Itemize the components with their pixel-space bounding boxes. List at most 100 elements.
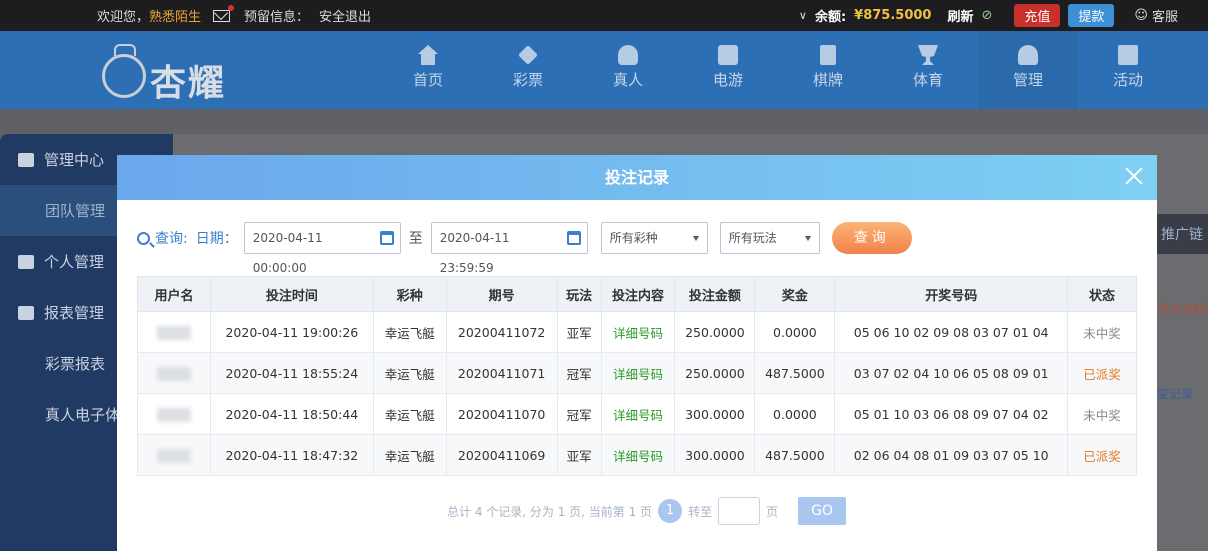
cell-time: 2020-04-11 18:47:32 (209, 434, 374, 476)
sidebar-item-label: 个人管理 (44, 253, 105, 271)
lottery-select-value: 所有彩种 (609, 231, 658, 245)
eye-slash-icon[interactable]: ⊘ (981, 8, 992, 23)
cell-bonus: 487.5000 (754, 434, 836, 476)
cell-lottery: 幸运飞艇 (372, 434, 447, 476)
cell-lottery: 幸运飞艇 (372, 393, 447, 435)
masked-username (156, 366, 191, 381)
end-date-value: 2020-04-11 23:59:59 (439, 231, 510, 275)
col-content: 投注内容 (600, 276, 676, 312)
recharge-button[interactable]: 充值 (1014, 4, 1061, 27)
logo[interactable]: 杏耀 (98, 40, 248, 104)
notification-dot (228, 4, 235, 11)
nav-manage[interactable]: 管理 (978, 31, 1078, 109)
cell-time: 2020-04-11 18:55:24 (209, 352, 374, 394)
nav-slot[interactable]: 电游 (678, 31, 778, 109)
nav-label: 管理 (1012, 71, 1043, 89)
cell-lottery: 幸运飞艇 (372, 352, 447, 394)
query-label: 查询: (155, 231, 188, 247)
username[interactable]: 熟悉陌生 (149, 6, 201, 25)
nav-home[interactable]: 首页 (378, 31, 478, 109)
nav-live[interactable]: 真人 (578, 31, 678, 109)
lottery-type-select[interactable]: 所有彩种 (600, 222, 708, 254)
cell-play: 亚军 (556, 434, 602, 476)
top-bar: 欢迎您， 熟悉陌生 预留信息： 安全退出 ∨ 余额: ¥875.5000 刷新 ⊘… (0, 0, 1208, 31)
start-date-input[interactable]: 2020-04-11 00:00:00 (243, 222, 401, 275)
nav-label: 电游 (712, 71, 743, 89)
balance-value: ¥875.5000 (854, 8, 932, 23)
status-badge: 未中奖 (1067, 311, 1137, 353)
detail-numbers-link[interactable]: 详细号码 (600, 434, 676, 476)
cell-username (137, 393, 211, 435)
nav-cards[interactable]: 棋牌 (778, 31, 878, 109)
modal-title: 投注记录 (604, 168, 669, 187)
record-link-partial[interactable]: 变记录 (1157, 385, 1208, 405)
col-username: 用户名 (137, 276, 211, 312)
nav-label: 彩票 (512, 71, 543, 89)
reserved-info-label: 预留信息： (244, 10, 310, 25)
logout-link[interactable]: 安全退出 (319, 6, 371, 25)
balance-label: 余额: (814, 10, 847, 25)
refresh-button[interactable]: 刷新 (947, 6, 973, 25)
bet-record-modal: 投注记录 查询: 日期： 2020-04-11 00:00:00 至 2020-… (117, 155, 1157, 551)
close-icon[interactable] (1123, 165, 1145, 187)
table-row: 2020-04-11 19:00:26 幸运飞艇 20200411072 亚军 … (137, 311, 1137, 353)
chat-icon[interactable]: ☺ (1134, 8, 1148, 23)
col-amount: 投注金额 (674, 276, 756, 312)
withdraw-button[interactable]: 提款 (1068, 4, 1115, 27)
col-play: 玩法 (556, 276, 602, 312)
calendar-icon[interactable] (566, 231, 581, 245)
slot-icon (718, 45, 738, 65)
detail-numbers-link[interactable]: 详细号码 (600, 393, 676, 435)
logo-text: 杏耀 (150, 62, 227, 104)
cell-lottery: 幸运飞艇 (372, 311, 447, 353)
nav-activity[interactable]: 活动 (1078, 31, 1178, 109)
cell-issue: 20200411070 (445, 393, 558, 435)
detail-numbers-link[interactable]: 详细号码 (600, 352, 676, 394)
end-date-input[interactable]: 2020-04-11 23:59:59 (430, 222, 588, 275)
nav-lottery[interactable]: 彩票 (478, 31, 578, 109)
cell-username (137, 311, 211, 353)
nav-label: 活动 (1112, 71, 1143, 89)
welcome-text: 欢迎您， (97, 10, 150, 25)
cell-time: 2020-04-11 18:50:44 (209, 393, 374, 435)
table-row: 2020-04-11 18:50:44 幸运飞艇 20200411070 冠军 … (137, 393, 1137, 435)
nav-label: 体育 (912, 71, 943, 89)
mail-icon[interactable] (213, 4, 235, 22)
query-button[interactable]: 查询 (831, 222, 912, 254)
filter-bar: 查询: 日期： 2020-04-11 00:00:00 至 2020-04-11… (137, 222, 912, 275)
cell-amount: 250.0000 (674, 311, 756, 353)
promo-link-partial[interactable]: 推广链 (1157, 214, 1208, 254)
modal-header: 投注记录 (117, 155, 1157, 200)
go-button[interactable]: GO (798, 497, 847, 525)
hint-text-partial: 可点击标题 (1157, 302, 1208, 316)
play-type-select[interactable]: 所有玩法 (719, 222, 820, 254)
bet-record-table: 用户名 投注时间 彩种 期号 玩法 投注内容 投注金额 奖金 开奖号码 状态 2… (137, 276, 1137, 476)
nav-sports[interactable]: 体育 (878, 31, 978, 109)
search-icon (137, 231, 150, 245)
cell-bonus: 0.0000 (754, 393, 836, 435)
current-page[interactable]: 1 (658, 499, 683, 523)
cell-issue: 20200411071 (445, 352, 558, 394)
detail-numbers-link[interactable]: 详细号码 (600, 311, 676, 353)
calendar-icon[interactable] (379, 231, 394, 245)
user-icon (18, 254, 34, 269)
logo-emblem (102, 54, 146, 98)
report-icon (18, 305, 34, 320)
chevron-down-icon[interactable]: ∨ (799, 9, 807, 22)
sidebar-item-label: 彩票报表 (45, 355, 106, 373)
page-number-input[interactable] (718, 497, 761, 525)
status-badge: 已派奖 (1067, 352, 1137, 394)
customer-service-link[interactable]: 客服 (1152, 6, 1178, 25)
chevron-down-icon (804, 236, 811, 241)
table-row: 2020-04-11 18:55:24 幸运飞艇 20200411071 冠军 … (137, 352, 1137, 394)
col-lottery: 彩种 (372, 276, 447, 312)
cell-numbers: 03 07 02 04 10 06 05 08 09 01 (834, 352, 1069, 394)
gift-icon (1118, 45, 1138, 65)
start-date-value: 2020-04-11 00:00:00 (252, 231, 323, 275)
users-icon (18, 152, 34, 167)
live-icon (618, 45, 638, 65)
status-badge: 已派奖 (1067, 434, 1137, 476)
cell-numbers: 02 06 04 08 01 09 03 07 05 10 (834, 434, 1069, 476)
cell-issue: 20200411069 (445, 434, 558, 476)
cell-numbers: 05 06 10 02 09 08 03 07 01 04 (834, 311, 1069, 353)
